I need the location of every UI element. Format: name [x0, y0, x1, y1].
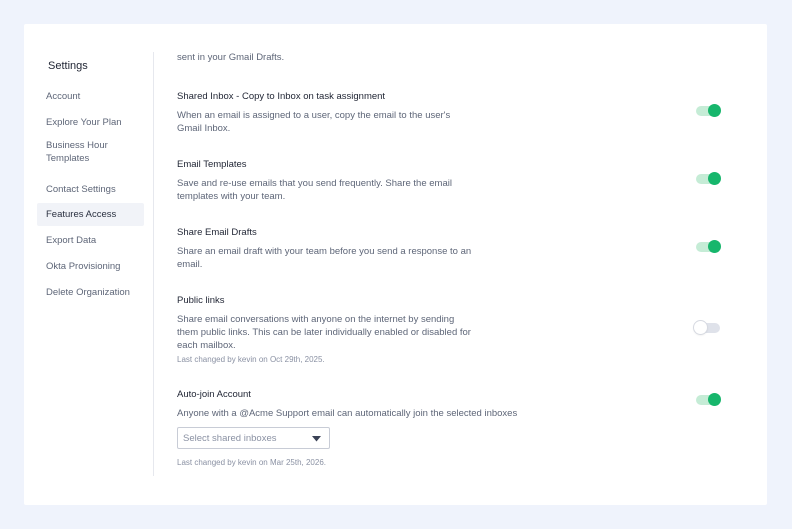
feature-auto-join-account: Auto-join Account Anyone with a @Acme Su… — [177, 389, 737, 420]
feature-description: Share an email draft with your team befo… — [177, 246, 472, 270]
sidebar-item-okta-provisioning[interactable]: Okta Provisioning — [37, 255, 144, 278]
select-placeholder: Select shared inboxes — [183, 432, 277, 444]
sidebar-item-explore-your-plan[interactable]: Explore Your Plan — [37, 111, 144, 134]
auto-join-toggle[interactable] — [696, 393, 721, 406]
settings-sidebar: Settings Account Explore Your Plan Busin… — [24, 24, 154, 505]
last-changed-note: Last changed by kevin on Oct 29th, 2025. — [177, 355, 325, 364]
feature-title: Auto-join Account — [177, 389, 251, 400]
sidebar-item-export-data[interactable]: Export Data — [37, 229, 144, 252]
email-templates-toggle[interactable] — [696, 172, 721, 185]
feature-title: Public links — [177, 295, 225, 306]
feature-title: Email Templates — [177, 159, 247, 170]
feature-description: Anyone with a @Acme Support email can au… — [177, 408, 518, 419]
toggle-knob — [694, 321, 707, 334]
last-changed-note-auto-join: Last changed by kevin on Mar 25th, 2026. — [177, 458, 326, 467]
sidebar-item-features-access[interactable]: Features Access — [37, 203, 144, 226]
sidebar-item-contact-settings[interactable]: Contact Settings — [37, 178, 144, 201]
sidebar-title: Settings — [48, 60, 88, 72]
public-links-toggle[interactable] — [694, 321, 720, 334]
shared-inboxes-select[interactable]: Select shared inboxes — [177, 427, 330, 449]
feature-title: Share Email Drafts — [177, 227, 257, 238]
feature-description: Share email conversations with anyone on… — [177, 314, 471, 351]
feature-title: Shared Inbox - Copy to Inbox on task ass… — [177, 91, 386, 102]
feature-shared-inbox: Shared Inbox - Copy to Inbox on task ass… — [177, 91, 737, 135]
toggle-knob — [708, 172, 721, 185]
sidebar-item-account[interactable]: Account — [37, 85, 144, 108]
sidebar-item-business-hour-templates[interactable]: Business Hour Templates — [37, 137, 144, 169]
toggle-knob — [708, 240, 721, 253]
sidebar-item-delete-organization[interactable]: Delete Organization — [37, 281, 144, 304]
share-email-drafts-toggle[interactable] — [696, 240, 721, 253]
toggle-knob — [708, 104, 721, 117]
previous-section-text: sent in your Gmail Drafts. — [177, 52, 285, 63]
settings-card: Settings Account Explore Your Plan Busin… — [24, 24, 767, 505]
sidebar-divider — [153, 52, 154, 476]
feature-description: Save and re-use emails that you send fre… — [177, 178, 452, 202]
feature-email-templates: Email Templates Save and re-use emails t… — [177, 159, 737, 203]
features-content: sent in your Gmail Drafts. Shared Inbox … — [177, 24, 737, 505]
feature-public-links: Public links Share email conversations w… — [177, 295, 737, 364]
feature-description: When an email is assigned to a user, cop… — [177, 110, 451, 134]
toggle-knob — [708, 393, 721, 406]
feature-share-email-drafts: Share Email Drafts Share an email draft … — [177, 227, 737, 271]
shared-inbox-toggle[interactable] — [696, 104, 721, 117]
caret-down-icon — [312, 436, 321, 442]
